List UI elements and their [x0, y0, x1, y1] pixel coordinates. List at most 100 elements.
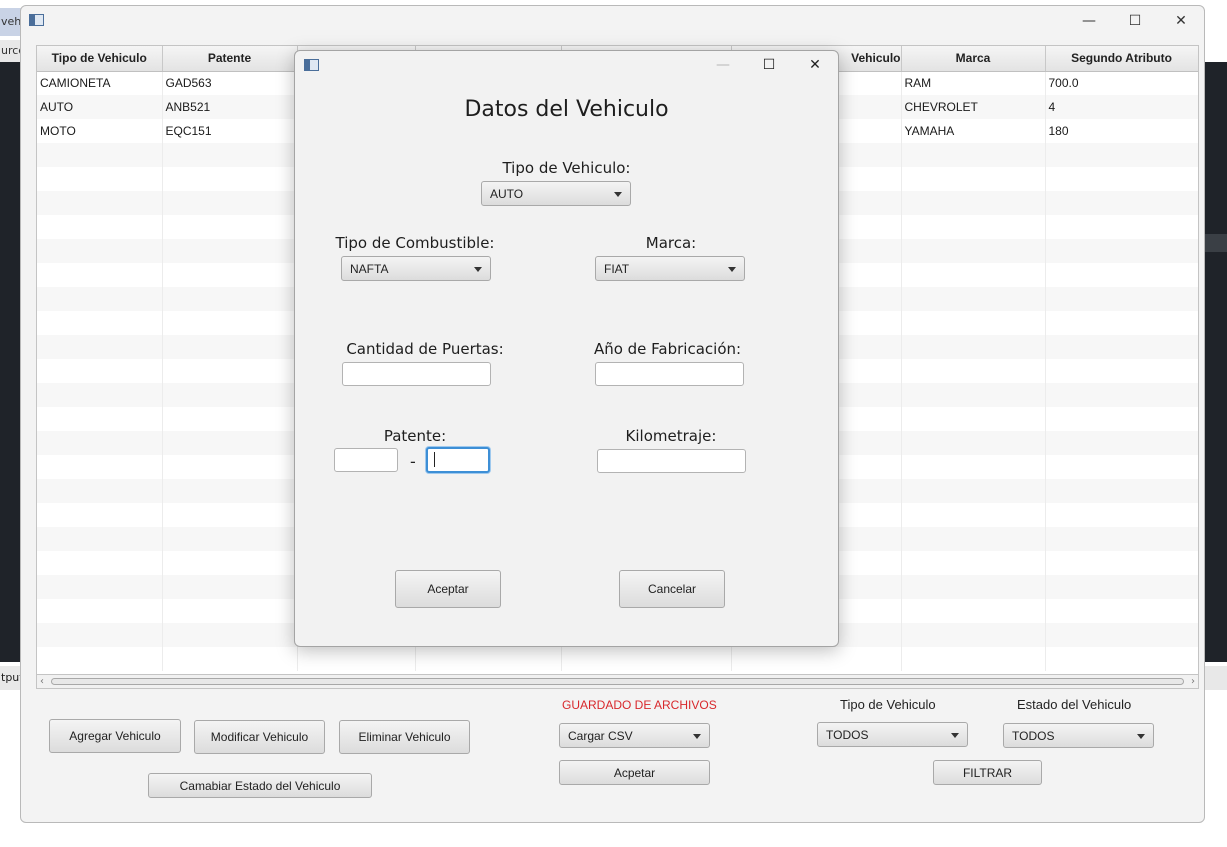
table-cell — [1045, 527, 1198, 551]
table-cell — [37, 167, 163, 191]
table-cell: MOTO — [37, 119, 163, 143]
chevron-down-icon — [728, 266, 736, 272]
filter-state-value: TODOS — [1012, 728, 1055, 743]
fuel-type-label: Tipo de Combustible: — [335, 234, 495, 252]
column-header[interactable]: Marca — [901, 46, 1046, 72]
table-cell — [1045, 287, 1198, 311]
filter-button[interactable]: FILTRAR — [933, 760, 1042, 785]
scrollbar-thumb[interactable] — [51, 678, 1184, 685]
add-vehicle-button[interactable]: Agregar Vehiculo — [49, 719, 181, 753]
chevron-down-icon — [1137, 733, 1145, 739]
table-cell — [901, 335, 1046, 359]
text-cursor — [434, 452, 435, 467]
table-cell — [162, 239, 298, 263]
vehicle-data-dialog: — ☐ ✕ Datos del Vehiculo Tipo de Vehicul… — [294, 50, 839, 647]
files-accept-button[interactable]: Acpetar — [559, 760, 710, 785]
table-cell — [37, 311, 163, 335]
brand-value: FIAT — [604, 261, 630, 276]
plate-letters-input[interactable] — [334, 448, 398, 472]
scroll-left-icon[interactable]: ‹ — [40, 675, 44, 688]
brand-combo[interactable]: FIAT — [595, 256, 745, 281]
table-cell — [901, 167, 1046, 191]
plate-label: Patente: — [383, 427, 447, 445]
fuel-type-combo[interactable]: NAFTA — [341, 256, 491, 281]
background-tab: veh — [0, 8, 22, 36]
table-cell: RAM — [901, 71, 1046, 95]
dialog-app-icon — [304, 59, 319, 71]
table-cell — [1045, 143, 1198, 167]
column-header[interactable]: Tipo de Vehiculo — [37, 46, 163, 72]
cancel-button[interactable]: Cancelar — [619, 570, 725, 608]
table-cell — [415, 647, 562, 671]
dialog-title: Datos del Vehiculo — [464, 97, 669, 122]
background-editor-left — [0, 62, 20, 662]
chevron-down-icon — [614, 191, 622, 197]
table-cell — [162, 623, 298, 647]
table-cell — [901, 623, 1046, 647]
table-cell — [901, 143, 1046, 167]
table-cell — [901, 551, 1046, 575]
minimize-icon[interactable]: — — [1066, 6, 1112, 36]
window-controls: — ☐ ✕ — [1066, 6, 1204, 36]
horizontal-scrollbar[interactable]: ‹ › — [36, 674, 1199, 689]
table-cell — [162, 359, 298, 383]
table-cell — [162, 167, 298, 191]
dialog-window-controls: — ☐ ✕ — [700, 51, 838, 79]
table-cell — [1045, 551, 1198, 575]
maximize-icon[interactable]: ☐ — [746, 51, 792, 79]
column-header[interactable]: Patente — [162, 46, 298, 72]
table-cell — [37, 143, 163, 167]
table-cell — [901, 359, 1046, 383]
doors-input[interactable] — [342, 362, 491, 386]
table-cell — [1045, 575, 1198, 599]
table-cell — [901, 383, 1046, 407]
table-cell: EQC151 — [162, 119, 298, 143]
table-cell — [37, 215, 163, 239]
table-cell — [901, 599, 1046, 623]
table-cell — [901, 191, 1046, 215]
table-cell: ANB521 — [162, 95, 298, 119]
table-cell — [162, 551, 298, 575]
table-cell — [37, 383, 163, 407]
column-header[interactable]: Segundo Atributo — [1045, 46, 1198, 72]
close-icon[interactable]: ✕ — [792, 51, 838, 79]
table-cell: AUTO — [37, 95, 163, 119]
modify-vehicle-button[interactable]: Modificar Vehiculo — [194, 720, 325, 754]
vehicle-type-combo[interactable]: AUTO — [481, 181, 631, 206]
filter-type-combo[interactable]: TODOS — [817, 722, 968, 747]
table-cell — [162, 263, 298, 287]
table-cell — [901, 479, 1046, 503]
files-combo[interactable]: Cargar CSV — [559, 723, 710, 748]
maximize-icon[interactable]: ☐ — [1112, 6, 1158, 36]
table-cell — [901, 503, 1046, 527]
change-state-button[interactable]: Camabiar Estado del Vehiculo — [148, 773, 372, 798]
table-cell — [162, 575, 298, 599]
table-cell — [162, 479, 298, 503]
delete-vehicle-button[interactable]: Eliminar Vehiculo — [339, 720, 470, 754]
brand-label: Marca: — [645, 234, 697, 252]
background-editor-right — [1204, 62, 1227, 662]
table-cell: GAD563 — [162, 71, 298, 95]
vehicle-type-label: Tipo de Vehiculo: — [502, 159, 631, 177]
table-cell — [901, 431, 1046, 455]
mileage-input[interactable] — [597, 449, 746, 473]
year-input[interactable] — [595, 362, 744, 386]
table-cell — [561, 647, 732, 671]
plate-numbers-input[interactable] — [426, 447, 490, 473]
table-cell — [162, 287, 298, 311]
table-cell — [1045, 647, 1198, 671]
table-cell — [901, 311, 1046, 335]
table-cell — [1045, 599, 1198, 623]
table-cell — [37, 599, 163, 623]
table-cell — [1045, 311, 1198, 335]
table-cell — [1045, 455, 1198, 479]
close-icon[interactable]: ✕ — [1158, 6, 1204, 36]
scroll-right-icon[interactable]: › — [1191, 675, 1195, 688]
table-cell — [37, 479, 163, 503]
table-cell — [37, 191, 163, 215]
accept-button[interactable]: Aceptar — [395, 570, 501, 608]
table-cell — [1045, 431, 1198, 455]
table-cell: YAMAHA — [901, 119, 1046, 143]
minimize-icon: — — [716, 57, 730, 73]
filter-state-combo[interactable]: TODOS — [1003, 723, 1154, 748]
